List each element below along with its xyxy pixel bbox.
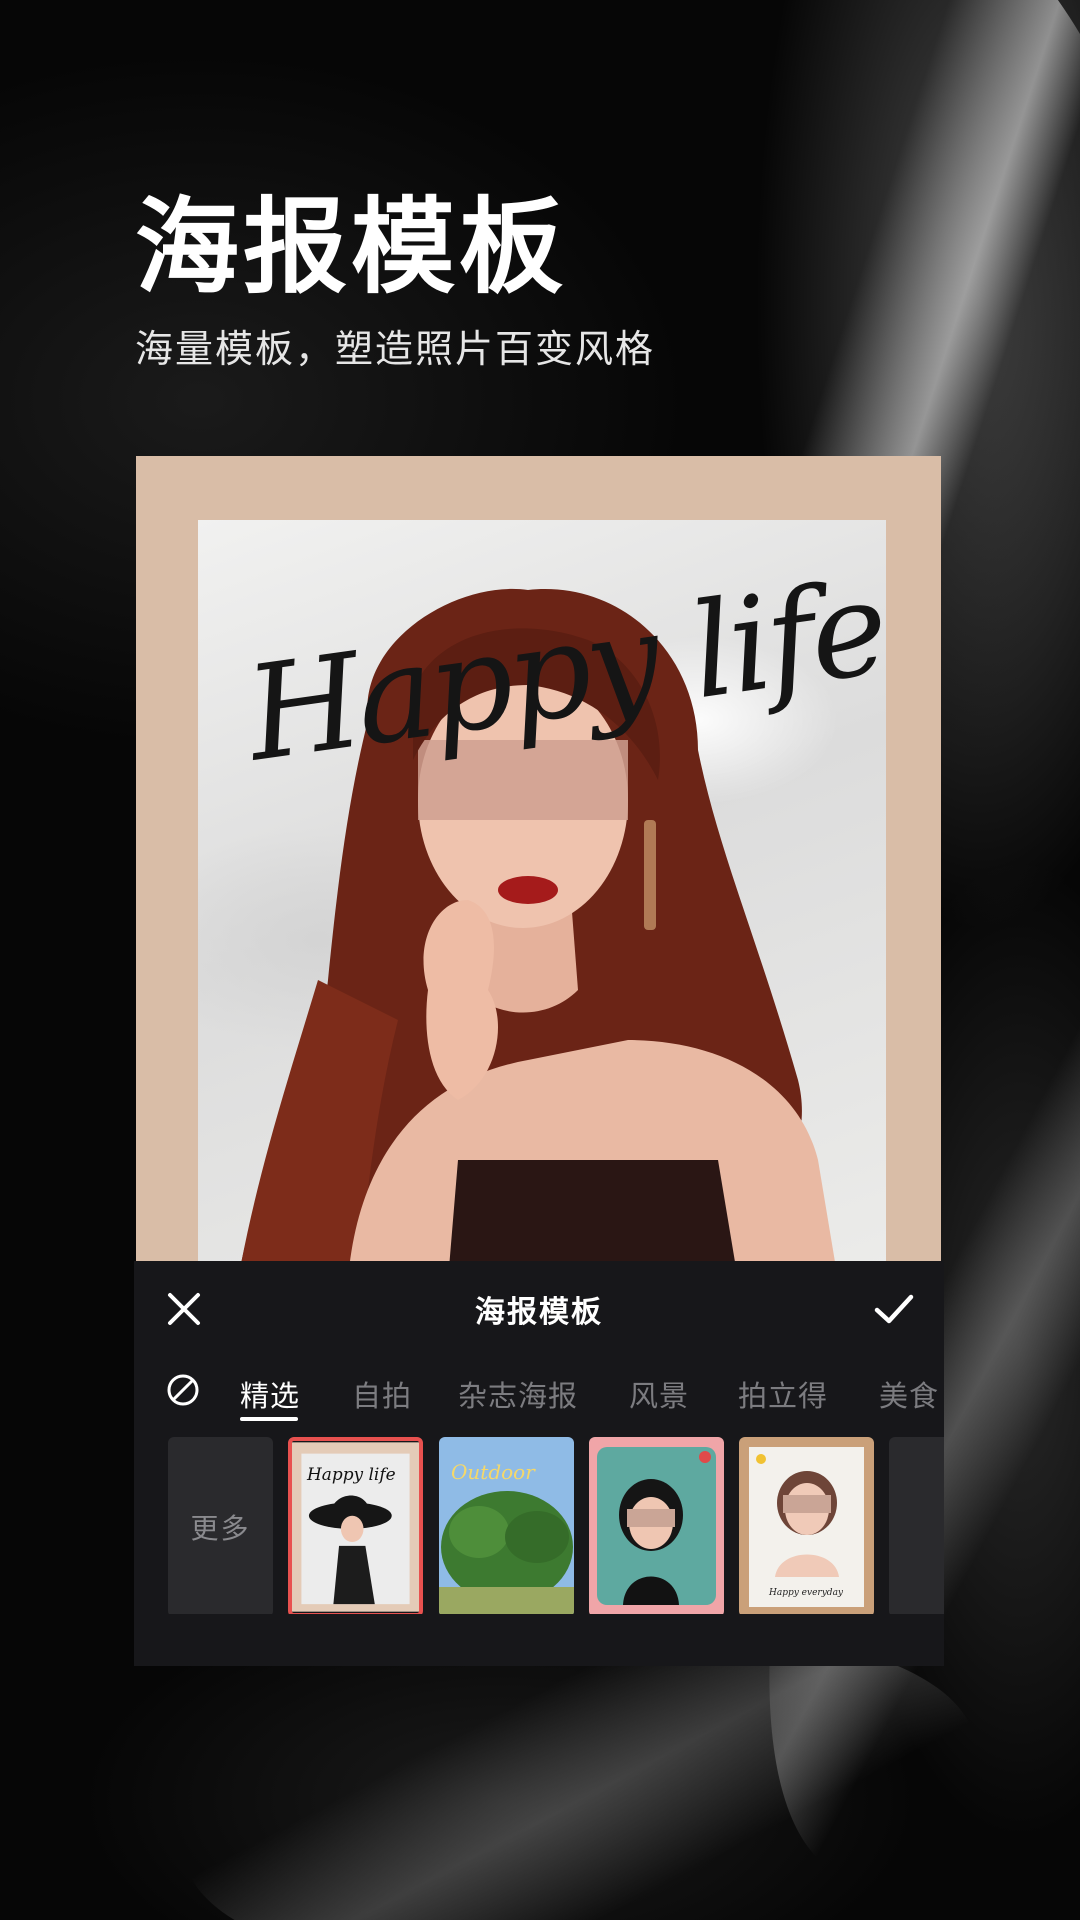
template-preview-image: Happy life <box>292 1442 419 1612</box>
panel-header: 海报模板 <box>134 1261 944 1351</box>
tab-scenery[interactable]: 风景 <box>629 1373 689 1415</box>
template-thumb[interactable]: Outdoor <box>439 1437 574 1614</box>
template-preview-image: Happy everyday <box>739 1437 874 1614</box>
promo-subtitle: 海量模板，塑造照片百变风格 <box>135 327 656 371</box>
poster-photo: Happy life <box>198 520 893 1266</box>
template-preview-image <box>589 1437 724 1614</box>
promo-headline: 海报模板 <box>135 186 568 308</box>
tab-food[interactable]: 美食 <box>879 1373 939 1415</box>
category-tabs: 精选 自拍 杂志海报 风景 拍立得 美食 <box>134 1351 944 1431</box>
tab-polaroid[interactable]: 拍立得 <box>738 1373 828 1415</box>
poster-preview: Happy life <box>136 456 941 1266</box>
no-filter-icon[interactable] <box>166 1373 200 1407</box>
tab-magazine[interactable]: 杂志海报 <box>458 1373 578 1415</box>
check-icon[interactable] <box>872 1289 916 1329</box>
template-list: 更多 Happy life Outdoor Happy everyday <box>134 1429 944 1614</box>
tab-selfie[interactable]: 自拍 <box>352 1373 412 1415</box>
template-thumb[interactable] <box>889 1437 944 1614</box>
template-thumb[interactable]: Happy everyday <box>739 1437 874 1614</box>
promo-screen: 海报模板 海量模板，塑造照片百变风格 Happy life 海报模板 精选 自拍… <box>0 0 1080 1920</box>
tab-underline <box>240 1417 298 1421</box>
template-panel: 海报模板 精选 自拍 杂志海报 风景 拍立得 美食 更多 Happy life … <box>134 1261 944 1666</box>
tab-featured[interactable]: 精选 <box>240 1373 300 1415</box>
template-script-text: Happy everyday <box>768 1588 844 1598</box>
template-thumb[interactable] <box>589 1437 724 1614</box>
template-preview-image: Outdoor <box>439 1437 574 1614</box>
more-templates-button[interactable]: 更多 <box>168 1437 273 1614</box>
template-script-text: Outdoor <box>451 1460 536 1484</box>
panel-title: 海报模板 <box>475 1295 603 1330</box>
template-script-text: Happy life <box>306 1464 396 1484</box>
template-thumb[interactable]: Happy life <box>288 1437 423 1614</box>
